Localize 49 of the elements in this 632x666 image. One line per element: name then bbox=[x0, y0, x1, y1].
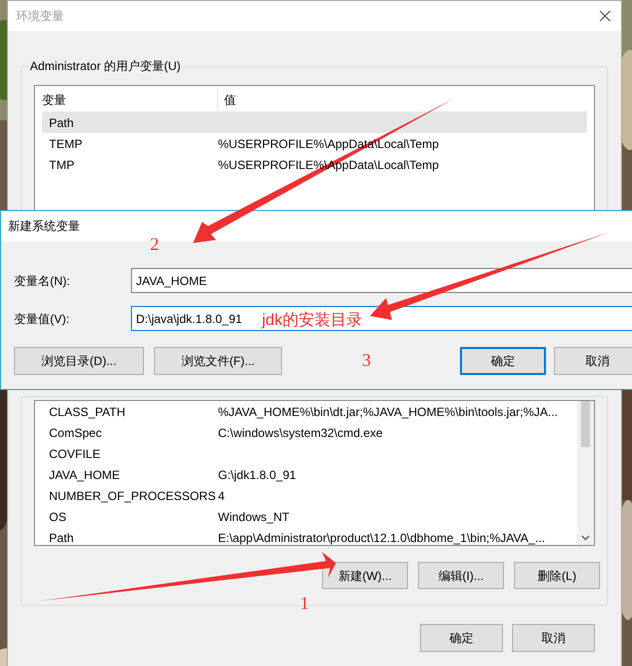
footer-button[interactable]: 取消 bbox=[512, 624, 595, 652]
variable-name: CLASS_PATH bbox=[49, 404, 126, 420]
footer-button[interactable]: 确定 bbox=[420, 624, 503, 652]
annotation-number: 2 bbox=[150, 233, 159, 256]
variable-value: C:\windows\system32\cmd.exe bbox=[218, 424, 383, 442]
list-row[interactable]: CLASS_PATH %JAVA_HOME%\bin\dt.jar;%JAVA_HOME%\bin\tools.jar;%JA... bbox=[42, 401, 576, 422]
annotation-number: 1 bbox=[300, 592, 309, 615]
variable-value: G:\jdk1.8.0_91 bbox=[218, 466, 296, 484]
variable-value: 4 bbox=[218, 488, 225, 504]
variable-name: Path bbox=[49, 114, 74, 132]
scrollbar[interactable] bbox=[577, 401, 594, 545]
list-row[interactable]: COVFILE bbox=[42, 443, 576, 464]
variable-name: TEMP bbox=[49, 136, 82, 152]
scrollbar-thumb[interactable] bbox=[581, 401, 590, 447]
list-row[interactable]: ComSpec C:\windows\system32\cmd.exe bbox=[42, 422, 576, 443]
dialog-button[interactable]: 浏览文件(F)... bbox=[154, 347, 282, 375]
column-header[interactable]: 变量 bbox=[42, 89, 218, 111]
list-button[interactable]: 新建(W)... bbox=[322, 562, 408, 589]
dialog-button[interactable]: 确定 bbox=[460, 347, 546, 375]
column-header[interactable]: 值 bbox=[218, 91, 236, 109]
variable-name: JAVA_HOME bbox=[49, 466, 120, 484]
variable-value: %JAVA_HOME%\bin\dt.jar;%JAVA_HOME%\bin\tools.jar;%JA... bbox=[218, 404, 558, 420]
variable-name: TMP bbox=[49, 156, 74, 174]
close-icon[interactable] bbox=[599, 10, 611, 22]
list-row[interactable]: NUMBER_OF_PROCESSORS 4 bbox=[42, 485, 576, 506]
variable-name: NUMBER_OF_PROCESSORS bbox=[49, 488, 216, 504]
dialog-title: 新建系统变量 bbox=[8, 218, 80, 235]
variable-name: COVFILE bbox=[49, 446, 100, 462]
field-label: 变量名(N): bbox=[13, 272, 71, 290]
list-row[interactable]: JAVA_HOME G:\jdk1.8.0_91 bbox=[42, 464, 576, 485]
window-title: 环境变量 bbox=[16, 8, 64, 25]
list-button[interactable]: 删除(L) bbox=[514, 562, 600, 589]
dialog-button[interactable]: 取消 bbox=[554, 347, 632, 375]
input-field[interactable]: JAVA_HOME bbox=[131, 268, 632, 293]
list-button[interactable]: 编辑(I)... bbox=[418, 562, 504, 589]
list-row[interactable]: OS Windows_NT bbox=[42, 506, 576, 527]
scroll-down-icon[interactable] bbox=[581, 535, 590, 541]
variable-value: Windows_NT bbox=[218, 508, 290, 526]
list-row[interactable]: Path bbox=[42, 112, 587, 133]
list-row[interactable]: Path E:\app\Administrator\product\12.1.0\dbhome_1\bin;%JAVA_... bbox=[42, 527, 576, 545]
field-label: 变量值(V): bbox=[13, 310, 70, 328]
variable-name: OS bbox=[49, 508, 66, 526]
annotation-note: jdk的安装目录 bbox=[262, 310, 362, 331]
annotation-number: 3 bbox=[362, 349, 371, 372]
variable-value: E:\app\Administrator\product\12.1.0\dbhome_1\bin;%JAVA_... bbox=[218, 530, 546, 545]
dialog-button[interactable]: 浏览目录(D)... bbox=[14, 347, 144, 375]
variable-name: Path bbox=[49, 530, 74, 545]
variable-name: ComSpec bbox=[49, 424, 102, 442]
group-label: Administrator 的用户变量(U) bbox=[29, 58, 182, 74]
